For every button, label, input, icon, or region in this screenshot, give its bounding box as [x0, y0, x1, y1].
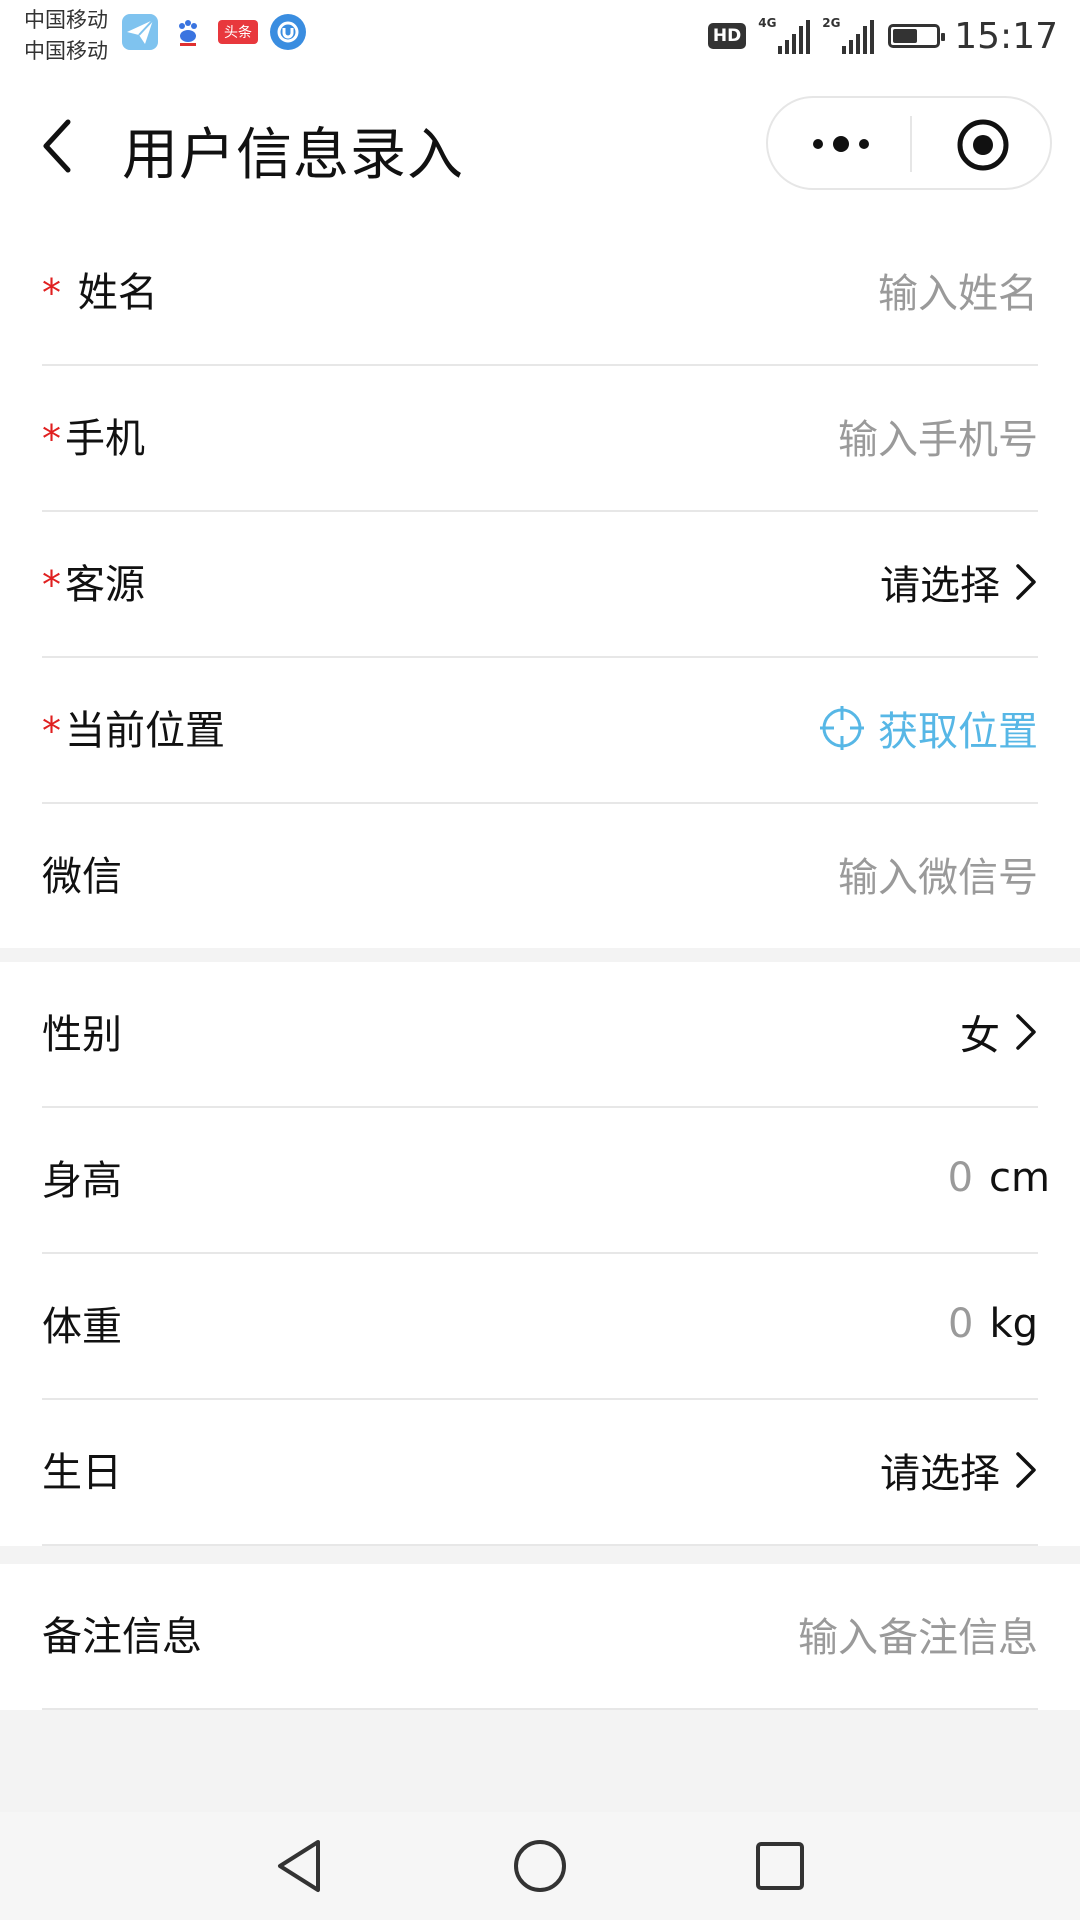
net-2g-label: 2G: [822, 16, 841, 30]
capsule-divider: [910, 116, 912, 172]
carrier-2: 中国移动: [24, 39, 108, 63]
height-unit: cm: [989, 1155, 1050, 1201]
uc-icon: [270, 14, 306, 50]
more-dots-icon[interactable]: [806, 120, 876, 168]
signal-4g-icon: 4G: [758, 16, 811, 54]
back-arrow-icon[interactable]: [38, 116, 86, 176]
weight-unit: kg: [989, 1301, 1038, 1347]
form-row-gender[interactable]: 性别 女: [42, 962, 1038, 1108]
form-row-height[interactable]: 身高 0 cm: [42, 1108, 1050, 1254]
birthday-picker[interactable]: 请选择: [880, 1438, 1038, 1502]
form-row-phone[interactable]: * 手机 输入手机号: [42, 366, 1038, 512]
hd-badge: HD: [707, 23, 747, 49]
weight-label: 体重: [42, 1304, 122, 1350]
carrier-1: 中国移动: [24, 8, 108, 32]
chevron-right-icon: [1016, 1452, 1036, 1488]
paper-plane-icon: [122, 14, 158, 50]
nav-home-circle-icon[interactable]: [508, 1834, 572, 1898]
birthday-label: 生日: [42, 1450, 122, 1496]
required-mark: *: [42, 271, 61, 315]
nav-recents-square-icon[interactable]: [748, 1834, 812, 1898]
form-section-basic: * 姓名 输入姓名 * 手机 输入手机号 * 客源 请选择 * 当前位置 获取位置 微…: [0, 220, 1080, 948]
system-nav-bar: [0, 1812, 1080, 1920]
required-mark: *: [42, 417, 61, 461]
close-target-icon[interactable]: [956, 118, 1010, 172]
form-row-source[interactable]: * 客源 请选择: [42, 512, 1038, 658]
gender-picker[interactable]: 女: [960, 1000, 1038, 1064]
name-label: * 姓名: [42, 270, 158, 316]
height-input[interactable]: 0: [948, 1155, 973, 1201]
source-label: * 客源: [42, 562, 145, 608]
form-row-remark[interactable]: 备注信息 输入备注信息: [42, 1564, 1038, 1710]
height-label: 身高: [42, 1158, 122, 1204]
form-row-weight[interactable]: 体重 0 kg: [42, 1254, 1038, 1400]
net-4g-label: 4G: [758, 16, 777, 30]
form-section-remark: 备注信息 输入备注信息: [0, 1564, 1080, 1710]
chevron-right-icon: [1016, 564, 1036, 600]
get-location-button[interactable]: 获取位置: [818, 696, 1038, 760]
battery-icon: [888, 24, 946, 48]
toutiao-icon: 头条: [218, 20, 258, 44]
location-label: * 当前位置: [42, 708, 225, 754]
gender-label: 性别: [42, 1012, 122, 1058]
nav-bar: 用户信息录入: [0, 72, 1080, 220]
required-mark: *: [42, 563, 61, 607]
clock: 15:17: [954, 15, 1058, 57]
nav-back-triangle-icon[interactable]: [268, 1834, 332, 1898]
form-row-name[interactable]: * 姓名 输入姓名: [42, 220, 1038, 366]
form-section-body: 性别 女 身高 0 cm 体重 0 kg 生日 请选择: [0, 962, 1080, 1546]
remark-input[interactable]: 输入备注信息: [798, 1605, 1038, 1663]
source-picker[interactable]: 请选择: [880, 550, 1038, 614]
notification-icons: 头条: [122, 14, 306, 50]
gender-value: 女: [960, 1013, 1000, 1059]
name-input[interactable]: 输入姓名: [878, 261, 1038, 319]
form-row-wechat[interactable]: 微信 输入微信号: [42, 804, 1038, 948]
wechat-label: 微信: [42, 854, 122, 900]
required-mark: *: [42, 709, 61, 753]
weight-input[interactable]: 0: [948, 1301, 973, 1347]
birthday-value: 请选择: [880, 1451, 1000, 1497]
form-row-birthday[interactable]: 生日 请选择: [42, 1400, 1038, 1546]
form-row-location[interactable]: * 当前位置 获取位置: [42, 658, 1038, 804]
baidu-icon: [170, 14, 206, 50]
phone-input[interactable]: 输入手机号: [838, 407, 1038, 465]
source-value: 请选择: [880, 563, 1000, 609]
remark-label: 备注信息: [42, 1614, 202, 1660]
wechat-input[interactable]: 输入微信号: [838, 845, 1038, 903]
signal-2g-icon: 2G: [822, 16, 875, 54]
chevron-right-icon: [1016, 1014, 1036, 1050]
mini-program-capsule: [766, 96, 1052, 190]
page-title: 用户信息录入: [122, 123, 464, 188]
system-status: HD 4G 2G 15:17: [707, 10, 1058, 62]
crosshair-icon: [820, 706, 864, 750]
get-location-label: 获取位置: [878, 709, 1038, 755]
status-bar: 中国移动 中国移动 头条 HD 4G 2G 15:17: [0, 0, 1080, 72]
phone-label: * 手机: [42, 416, 145, 462]
